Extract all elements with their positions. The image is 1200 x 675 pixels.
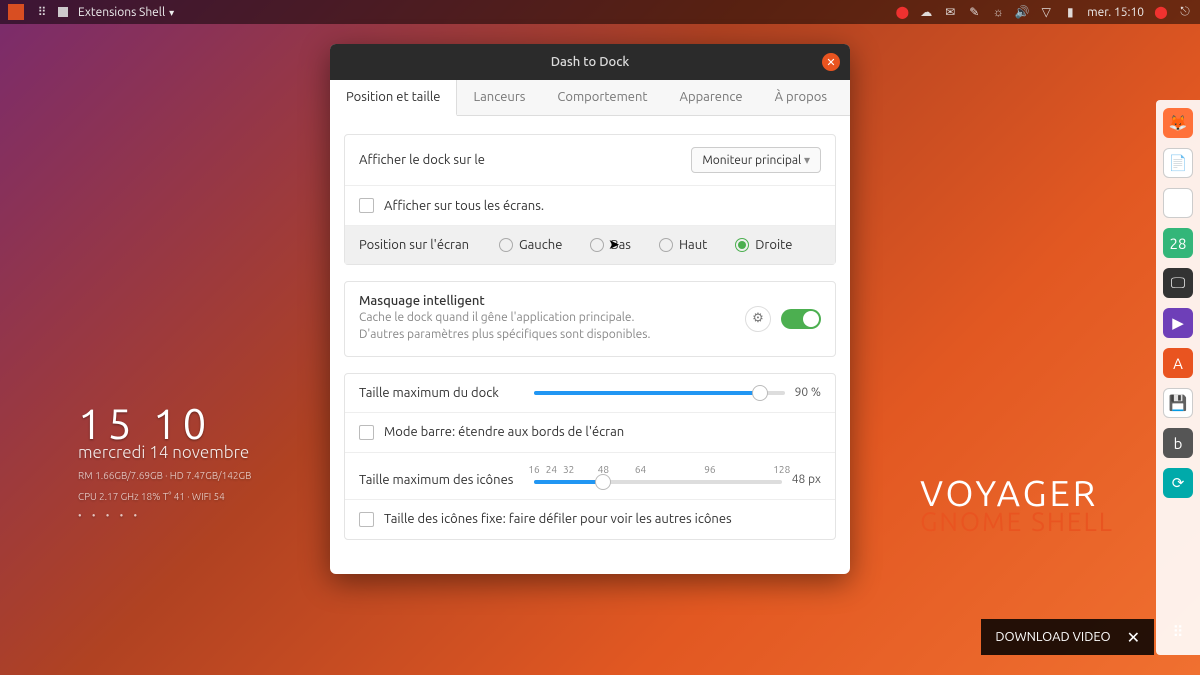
- extend-label: Mode barre: étendre aux bords de l'écran: [384, 425, 624, 439]
- dash-to-dock-dialog: Dash to Dock ✕ Position et taille Lanceu…: [330, 44, 850, 574]
- clock-time: 15 10: [78, 400, 251, 447]
- cloud-icon[interactable]: ☁: [919, 5, 933, 19]
- brightness-icon[interactable]: ☼: [991, 5, 1005, 19]
- clock-date: mercredi 14 novembre: [78, 443, 251, 462]
- monitor-card: Afficher le dock sur le Moniteur princip…: [344, 134, 836, 265]
- size-card: Taille maximum du dock 90 % Mode barre: …: [344, 373, 836, 540]
- sync-icon[interactable]: ⟳: [1163, 468, 1193, 498]
- tab-appearance[interactable]: Apparence: [664, 80, 759, 115]
- text-editor-icon[interactable]: ✎: [1163, 188, 1193, 218]
- wifi-icon[interactable]: ▽: [1039, 5, 1053, 19]
- download-label: DOWNLOAD VIDEO: [995, 630, 1110, 644]
- monitor-label: Afficher le dock sur le: [359, 153, 681, 167]
- workspace-pager[interactable]: • • • • •: [78, 510, 251, 521]
- round-app-icon[interactable]: b: [1163, 428, 1193, 458]
- radio-top[interactable]: [659, 238, 673, 252]
- window-icon: [58, 7, 68, 17]
- autohide-title: Masquage intelligent: [359, 294, 735, 308]
- radio-right[interactable]: [735, 238, 749, 252]
- position-radio-group: Gauche Bas Haut Droite: [499, 238, 821, 252]
- tab-about[interactable]: À propos: [759, 80, 843, 115]
- apps-grid-icon[interactable]: ⠿: [34, 5, 48, 19]
- mail-icon[interactable]: ✉: [943, 5, 957, 19]
- close-button[interactable]: ✕: [822, 53, 840, 71]
- dialog-title: Dash to Dock: [551, 55, 630, 69]
- show-apps-icon[interactable]: ⠿: [1163, 617, 1193, 647]
- dock-size-slider[interactable]: [534, 391, 785, 395]
- firefox-icon[interactable]: 🦊: [1163, 108, 1193, 138]
- notes-icon[interactable]: 📄: [1163, 148, 1193, 178]
- radio-bottom[interactable]: [590, 238, 604, 252]
- tab-behavior[interactable]: Comportement: [541, 80, 663, 115]
- autohide-toggle[interactable]: [781, 309, 821, 329]
- monitor-dropdown[interactable]: Moniteur principal: [691, 147, 821, 173]
- autohide-desc: Cache le dock quand il gêne l'applicatio…: [359, 310, 679, 344]
- tab-launchers[interactable]: Lanceurs: [457, 80, 541, 115]
- autohide-settings-button[interactable]: ⚙: [745, 306, 771, 332]
- all-screens-checkbox[interactable]: [359, 198, 374, 213]
- volume-icon[interactable]: 🔊: [1015, 5, 1029, 19]
- autohide-card: Masquage intelligent Cache le dock quand…: [344, 281, 836, 357]
- dialog-tabs: Position et taille Lanceurs Comportement…: [330, 80, 850, 116]
- brand-line-2: GNOME SHELL: [920, 507, 1114, 536]
- tab-position[interactable]: Position et taille: [330, 80, 457, 116]
- wallpaper-brand: VOYAGER GNOME SHELL: [920, 472, 1114, 536]
- all-screens-label: Afficher sur tous les écrans.: [384, 199, 544, 213]
- position-label: Position sur l'écran: [359, 238, 489, 252]
- dialog-titlebar[interactable]: Dash to Dock ✕: [330, 44, 850, 80]
- close-icon[interactable]: ✕: [1127, 628, 1140, 647]
- edit-icon[interactable]: ✎: [967, 5, 981, 19]
- dock-size-value: 90 %: [795, 386, 821, 399]
- desktop-clock-widget: 15 10 mercredi 14 novembre RM 1.66GB/7.6…: [78, 400, 251, 521]
- fixed-icon-label: Taille des icônes fixe: faire défiler po…: [384, 512, 732, 526]
- radio-left[interactable]: [499, 238, 513, 252]
- activities-icon[interactable]: [8, 4, 24, 20]
- extend-checkbox[interactable]: [359, 425, 374, 440]
- sys-line-1: RM 1.66GB/7.69GB · HD 7.47GB/142GB: [78, 468, 251, 483]
- power-icon[interactable]: ⬤: [1154, 5, 1168, 19]
- software-icon[interactable]: A: [1163, 348, 1193, 378]
- top-panel: ⠿ Extensions Shell ⬤ ☁ ✉ ✎ ☼ 🔊 ▽ ▮ mer. …: [0, 0, 1200, 24]
- icon-size-value: 48 px: [792, 473, 821, 486]
- clock[interactable]: mer. 15:10: [1087, 6, 1144, 19]
- save-icon[interactable]: 💾: [1163, 388, 1193, 418]
- battery-icon[interactable]: ▮: [1063, 5, 1077, 19]
- icon-size-label: Taille maximum des icônes: [359, 473, 524, 487]
- app-menu[interactable]: Extensions Shell: [78, 6, 174, 19]
- display-icon[interactable]: 🖵: [1163, 268, 1193, 298]
- fixed-icon-checkbox[interactable]: [359, 512, 374, 527]
- user-icon[interactable]: ⎋: [1178, 5, 1192, 19]
- dash-to-dock: 🦊 📄 ✎ 28 🖵 ▶ A 💾 b ⟳ ⠿: [1156, 100, 1200, 655]
- download-video-overlay[interactable]: DOWNLOAD VIDEO ✕: [981, 619, 1154, 655]
- icon-size-slider[interactable]: 16 24 32 48 64 96 128: [534, 480, 782, 484]
- record-icon[interactable]: ⬤: [895, 5, 909, 19]
- sys-line-2: CPU 2.17 GHz 18% T° 41 · WIFI 54: [78, 489, 251, 504]
- media-icon[interactable]: ▶: [1163, 308, 1193, 338]
- calendar-icon[interactable]: 28: [1163, 228, 1193, 258]
- dock-size-label: Taille maximum du dock: [359, 386, 524, 400]
